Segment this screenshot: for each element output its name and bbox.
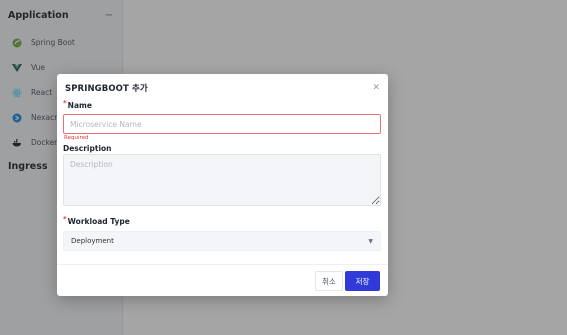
dialog-header: SPRINGBOOT 추가 ✕ [57,74,388,101]
chevron-down-icon: ▼ [368,237,373,245]
dialog-footer: 취소 저장 [57,264,388,296]
microservice-name-input[interactable] [63,114,381,134]
required-mark: * [63,215,67,223]
name-label: *Name [63,99,92,110]
required-mark: * [63,99,67,107]
workload-type-select[interactable]: Deployment ▼ [63,231,381,251]
name-error-text: Required [64,135,89,141]
workload-label-text: Workload Type [67,217,130,226]
description-label: Description [63,144,112,153]
cancel-button[interactable]: 취소 [315,271,343,291]
close-icon[interactable]: ✕ [372,83,380,93]
name-label-text: Name [67,101,92,110]
workload-type-label: *Workload Type [63,215,130,226]
workload-type-value: Deployment [71,237,114,245]
save-button[interactable]: 저장 [345,271,380,291]
dialog-title: SPRINGBOOT 추가 [65,83,148,94]
add-springboot-dialog: SPRINGBOOT 추가 ✕ *Name Required Descripti… [57,74,388,296]
description-textarea[interactable] [63,154,381,206]
